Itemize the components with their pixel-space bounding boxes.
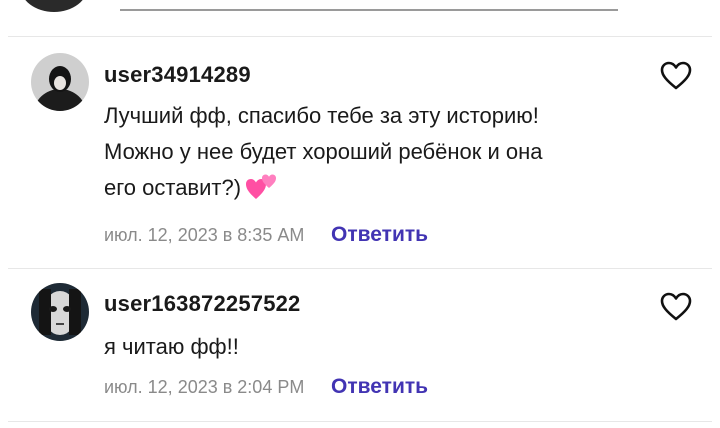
reply-button[interactable]: Ответить	[331, 375, 428, 399]
avatar[interactable]	[31, 53, 89, 111]
comment-timestamp: июл. 12, 2023 в 8:35 AM	[104, 225, 305, 245]
comment-text-line: Лучший фф, спасибо тебе за эту историю!	[104, 103, 539, 128]
comment-text: я читаю фф!!	[104, 329, 644, 365]
two-hearts-icon	[245, 171, 277, 212]
avatar[interactable]	[20, 0, 88, 12]
like-heart-icon[interactable]	[660, 292, 692, 322]
comment-text-line: Можно у нее будет хороший ребёнок и она	[104, 139, 543, 164]
reply-button[interactable]: Ответить	[331, 223, 428, 247]
divider	[8, 268, 712, 269]
comment-username[interactable]: user34914289	[104, 62, 251, 88]
comment-username[interactable]: user163872257522	[104, 291, 301, 317]
comment-text-line: я читаю фф!!	[104, 334, 239, 359]
like-heart-icon[interactable]	[660, 61, 692, 91]
divider	[8, 36, 712, 37]
comment-text: Лучший фф, спасибо тебе за эту историю! …	[104, 98, 644, 212]
avatar[interactable]	[31, 283, 89, 341]
comment-input-underline	[120, 9, 618, 11]
comment-timestamp: июл. 12, 2023 в 2:04 PM	[104, 377, 305, 397]
divider	[8, 421, 712, 422]
comment-text-line: его оставит?)	[104, 170, 644, 212]
